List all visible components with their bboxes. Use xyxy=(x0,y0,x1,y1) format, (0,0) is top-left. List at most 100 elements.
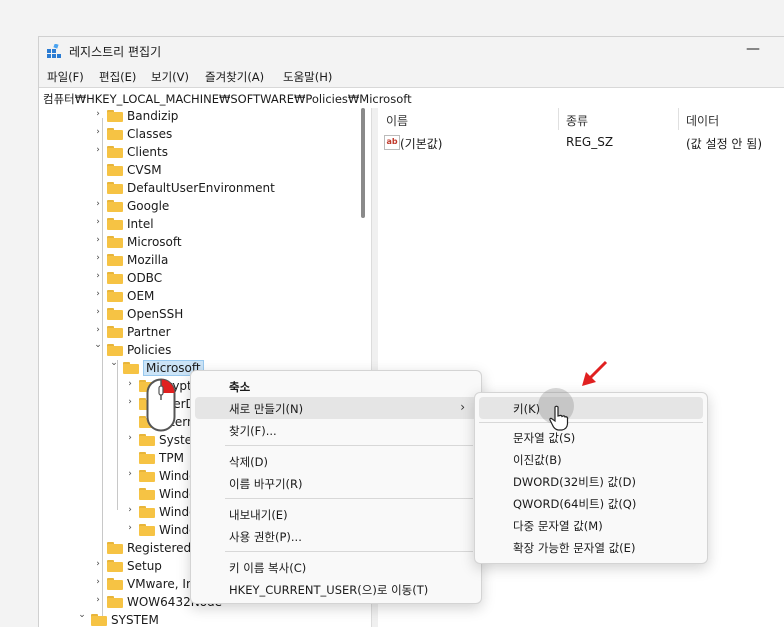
chevron-right-icon[interactable]: › xyxy=(93,109,103,123)
tree-item[interactable]: ⌄ Policies xyxy=(39,340,339,360)
tree-item[interactable]: CVSM xyxy=(39,162,339,180)
column-header-data[interactable]: 데이터 xyxy=(686,112,719,129)
folder-icon xyxy=(107,326,123,338)
value-name[interactable]: (기본값) xyxy=(400,135,442,152)
menu-separator xyxy=(225,551,473,552)
tree-item-label: SYSTEM xyxy=(111,613,159,627)
folder-icon xyxy=(107,308,123,320)
menu-item-collapse[interactable]: 축소 xyxy=(195,375,477,397)
tree-scrollbar[interactable] xyxy=(361,108,365,218)
chevron-right-icon[interactable]: › xyxy=(125,523,135,537)
chevron-down-icon[interactable]: ⌄ xyxy=(109,358,119,372)
menu-help[interactable]: 도움말(H) xyxy=(283,69,332,85)
folder-icon xyxy=(107,182,123,194)
menu-item-export[interactable]: 내보내기(E) xyxy=(195,503,477,525)
address-bar[interactable]: 컴퓨터₩HKEY_LOCAL_MACHINE₩SOFTWARE₩Policies… xyxy=(39,87,784,109)
chevron-right-icon[interactable]: › xyxy=(93,307,103,321)
tree-item[interactable]: DefaultUserEnvironment xyxy=(39,180,339,198)
window-title: 레지스트리 편집기 xyxy=(69,45,162,59)
tree-item-label: RegisteredA xyxy=(127,541,200,555)
submenu-item-binary[interactable]: 이진값(B) xyxy=(479,448,703,470)
chevron-right-icon[interactable]: › xyxy=(93,253,103,267)
chevron-right-icon[interactable]: › xyxy=(125,505,135,519)
chevron-right-icon[interactable]: › xyxy=(93,271,103,285)
chevron-right-icon[interactable]: › xyxy=(93,595,103,609)
string-value-icon: ab xyxy=(384,135,400,150)
tree-item[interactable]: › Microsoft xyxy=(39,234,339,252)
menu-item-rename[interactable]: 이름 바꾸기(R) xyxy=(195,472,477,494)
tree-item[interactable]: › Clients xyxy=(39,144,339,162)
folder-icon xyxy=(107,542,123,554)
chevron-down-icon[interactable]: ⌄ xyxy=(77,610,87,624)
folder-icon xyxy=(139,506,155,518)
chevron-right-icon[interactable]: › xyxy=(93,559,103,573)
chevron-right-icon[interactable]: › xyxy=(93,289,103,303)
column-separator[interactable] xyxy=(678,108,679,130)
address-path[interactable]: 컴퓨터₩HKEY_LOCAL_MACHINE₩SOFTWARE₩Policies… xyxy=(43,91,412,107)
folder-icon xyxy=(123,362,139,374)
chevron-right-icon[interactable]: › xyxy=(93,127,103,141)
tree-item[interactable]: ⌄ SYSTEM xyxy=(39,610,339,627)
chevron-right-icon[interactable]: › xyxy=(93,145,103,159)
tree-item[interactable]: › Google xyxy=(39,198,339,216)
no-chevron xyxy=(125,415,135,429)
title-bar: 레지스트리 편집기 — xyxy=(39,37,784,65)
chevron-right-icon[interactable]: › xyxy=(93,325,103,339)
menu-item-new[interactable]: 새로 만들기(N) › xyxy=(195,397,477,419)
submenu-item-dword[interactable]: DWORD(32비트) 값(D) xyxy=(479,470,703,492)
tree-item-label: Bandizip xyxy=(127,109,179,123)
menu-favorites[interactable]: 즐겨찾기(A) xyxy=(205,69,264,85)
folder-icon xyxy=(107,200,123,212)
tree-item-label: CVSM xyxy=(127,163,162,177)
menu-view[interactable]: 보기(V) xyxy=(151,69,189,85)
submenu-item-key[interactable]: 키(K) xyxy=(479,397,703,419)
tree-item-label: Intel xyxy=(127,217,154,231)
tree-item-label: Clients xyxy=(127,145,168,159)
menu-item-copy-key-name[interactable]: 키 이름 복사(C) xyxy=(195,556,477,578)
tree-item-label: Google xyxy=(127,199,170,213)
tree-item[interactable]: › Mozilla xyxy=(39,252,339,270)
folder-icon xyxy=(107,578,123,590)
tree-item[interactable]: › Classes xyxy=(39,126,339,144)
minimize-button[interactable]: — xyxy=(743,41,763,59)
no-chevron xyxy=(93,541,103,555)
menu-item-delete[interactable]: 삭제(D) xyxy=(195,450,477,472)
tree-item[interactable]: › Bandizip xyxy=(39,108,339,126)
folder-icon xyxy=(139,452,155,464)
tree-item[interactable]: › Intel xyxy=(39,216,339,234)
menu-file[interactable]: 파일(F) xyxy=(47,69,84,85)
tree-item[interactable]: › Partner xyxy=(39,324,339,342)
menu-separator xyxy=(225,498,473,499)
submenu-item-string[interactable]: 문자열 값(S) xyxy=(479,426,703,448)
menu-item-find[interactable]: 찾기(F)... xyxy=(195,419,477,441)
hand-cursor-icon xyxy=(549,405,569,431)
chevron-right-icon[interactable]: › xyxy=(125,433,135,447)
column-header-type[interactable]: 종류 xyxy=(566,112,588,129)
chevron-right-icon[interactable]: › xyxy=(93,577,103,591)
tree-item-label: Classes xyxy=(127,127,173,141)
tree-item[interactable]: › OpenSSH xyxy=(39,306,339,324)
menu-edit[interactable]: 편집(E) xyxy=(99,69,136,85)
chevron-right-icon[interactable]: › xyxy=(93,199,103,213)
chevron-right-icon[interactable]: › xyxy=(125,469,135,483)
tree-item-label: Setup xyxy=(127,559,162,573)
tree-item[interactable]: › OEM xyxy=(39,288,339,306)
new-submenu: 키(K) 문자열 값(S) 이진값(B) DWORD(32비트) 값(D) QW… xyxy=(474,392,708,564)
submenu-item-multi-string[interactable]: 다중 문자열 값(M) xyxy=(479,514,703,536)
column-separator[interactable] xyxy=(558,108,559,130)
menu-item-permissions[interactable]: 사용 권한(P)... xyxy=(195,525,477,547)
tree-item[interactable]: › ODBC xyxy=(39,270,339,288)
folder-icon xyxy=(107,164,123,176)
chevron-down-icon[interactable]: ⌄ xyxy=(93,340,103,354)
chevron-right-icon[interactable]: › xyxy=(93,217,103,231)
chevron-right-icon[interactable]: › xyxy=(125,379,135,393)
registry-editor-icon xyxy=(47,44,61,58)
submenu-item-qword[interactable]: QWORD(64비트) 값(Q) xyxy=(479,492,703,514)
tree-item-label: ODBC xyxy=(127,271,163,285)
submenu-item-expandable-string[interactable]: 확장 가능한 문자열 값(E) xyxy=(479,536,703,558)
menu-item-goto-hkcu[interactable]: HKEY_CURRENT_USER(으)로 이동(T) xyxy=(195,578,477,600)
column-header-name[interactable]: 이름 xyxy=(386,112,408,129)
chevron-right-icon[interactable]: › xyxy=(125,397,135,411)
chevron-right-icon[interactable]: › xyxy=(93,235,103,249)
menu-separator xyxy=(479,422,703,423)
